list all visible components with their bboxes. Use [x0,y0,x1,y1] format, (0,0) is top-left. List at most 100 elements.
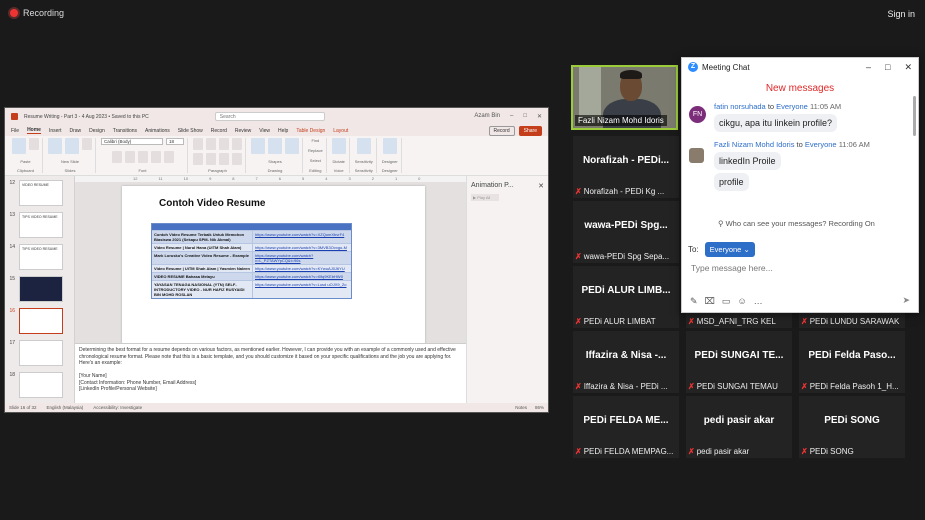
slide-title[interactable]: Contoh Video Resume [159,198,266,209]
status-language[interactable]: English (Malaysia) [47,405,84,410]
tab-layout[interactable]: Layout [333,128,348,134]
highlight-icon[interactable] [163,150,174,163]
message-bubble[interactable]: profile [714,173,749,191]
who-can-see-notice[interactable]: ⚲ Who can see your messages? Recording O… [718,219,875,228]
ppt-search-box[interactable]: Search [214,112,325,121]
participant-tile[interactable]: pedi pasir akar ✗ pedi pasir akar [686,396,792,458]
tab-transitions[interactable]: Transitions [113,128,137,134]
message-bubble[interactable]: linkedIn Proile [714,152,781,170]
ppt-record-button[interactable]: Record [488,125,515,136]
avatar[interactable]: FN [689,106,706,123]
sign-in-link[interactable]: Sign in [887,9,915,19]
paste-icon[interactable] [12,138,26,154]
tab-design[interactable]: Design [89,128,105,134]
table-cell-link[interactable]: https://www.youtube.com/watch?v=t0fq9KEb… [253,273,351,280]
justify-icon[interactable] [232,153,242,165]
participant-tile[interactable]: PEDi SONG ✗ PEDi SONG [799,396,905,458]
numbering-icon[interactable] [206,138,216,150]
ppt-close-icon[interactable]: ✕ [537,113,542,120]
font-color-icon[interactable] [150,150,161,163]
tab-slide-show[interactable]: Slide Show [178,128,203,134]
bullets-icon[interactable] [193,138,203,150]
chat-close-icon[interactable]: ✕ [904,62,912,73]
slide-thumb[interactable]: 14 TIPS VIDEO RESUME [7,244,72,271]
italic-icon[interactable] [124,150,135,163]
send-icon[interactable]: ➤ [902,295,910,306]
table-cell-link[interactable]: https://www.youtube.com/watch?v=KYwuAJ0J… [253,265,351,272]
table-cell-link[interactable]: https://www.youtube.com/watch?v=XZQumXbv… [253,231,351,243]
sender-name[interactable]: fatin norsuhada [714,102,766,111]
tab-review[interactable]: Review [235,128,251,134]
speaker-notes[interactable]: Determining the best format for a resume… [75,343,466,403]
tab-file[interactable]: File [11,128,19,134]
layout-icon[interactable] [82,138,92,150]
new-messages-banner[interactable]: New messages [682,83,918,94]
cut-icon[interactable] [29,138,39,150]
slide-canvas[interactable]: Contoh Video Resume Contoh Video Resume … [122,186,425,349]
play-all-button[interactable]: ▶ Play All [471,194,499,201]
chat-maximize-icon[interactable]: □ [885,62,890,73]
indent-icon[interactable] [219,138,229,150]
arrange-icon[interactable] [268,138,282,154]
emoji-icon[interactable]: ☺ [737,296,746,307]
sensitivity-icon[interactable] [356,138,371,154]
slide-thumb[interactable]: 17 [7,340,72,367]
screenshot-icon[interactable]: ⌧ [705,296,715,307]
status-zoom[interactable]: 86% [535,405,544,410]
animation-pane-close-icon[interactable]: ✕ [538,182,544,190]
tab-home[interactable]: Home [27,127,41,134]
align-center-icon[interactable] [206,153,216,165]
active-speaker-video[interactable]: Fazli Nizam Mohd Idoris [571,65,678,130]
recipient-dropdown[interactable]: Everyone ⌄ [704,242,755,257]
ppt-minimize-icon[interactable]: – [510,113,513,120]
font-name-select[interactable]: Calibri (Body) [101,138,163,145]
bold-icon[interactable] [111,150,122,163]
table-row[interactable]: Video Resume | UiTM Shah Alam | Yasmien … [152,264,351,272]
table-row[interactable]: Contoh Video Resume Terbaik Untuk Memoho… [152,230,351,243]
table-cell-link[interactable]: https://www.youtube.com/watch?v=L_PZTAWY… [253,252,351,264]
tab-view[interactable]: View [259,128,270,134]
tab-draw[interactable]: Draw [69,128,81,134]
ppt-maximize-icon[interactable]: □ [523,113,527,120]
dictate-icon[interactable] [331,138,346,154]
tab-help[interactable]: Help [278,128,288,134]
slide-thumb[interactable]: 15 [7,276,72,303]
quick-styles-icon[interactable] [285,138,299,154]
table-row[interactable]: VIDEO RESUME Bahasa Melayu https://www.yo… [152,272,351,280]
sender-name[interactable]: Fazli Nizam Mohd Idoris [714,140,794,149]
table-cell-link[interactable]: https://www.youtube.com/watch?v=Lusd uOJ… [253,281,351,298]
participant-tile[interactable]: PEDi SUNGAI TE... ✗ PEDi SUNGAI TEMAU [686,331,792,393]
underline-icon[interactable] [137,150,148,163]
reuse-slides-icon[interactable] [65,138,79,154]
participant-tile[interactable]: PEDi ALUR LIMB... ✗ PEDi ALUR LIMBAT [573,266,679,328]
line-spacing-icon[interactable] [232,138,242,150]
table-row[interactable]: Mark Lorusko's Creative Video Resume - E… [152,251,351,264]
table-cell-link[interactable]: https://www.youtube.com/watch?v=3MVB3Ovx… [253,244,351,251]
participant-tile[interactable]: PEDi Felda Paso... ✗ PEDi Felda Pasoh 1_H… [799,331,905,393]
tab-insert[interactable]: Insert [49,128,62,134]
align-left-icon[interactable] [193,153,203,165]
shapes-icon[interactable] [251,138,265,154]
tab-table-design[interactable]: Table Design [296,128,325,134]
participant-tile[interactable]: Iffazira & Nisa -... ✗ Iffazira & Nisa - … [573,331,679,393]
message-bubble[interactable]: cikgu, apa itu linkein profile? [714,114,838,132]
status-accessibility[interactable]: Accessibility: Investigate [93,405,142,410]
ppt-share-button[interactable]: Share [518,125,542,136]
slide-thumb[interactable]: 13 TIPS VIDEO RESUME [7,212,72,239]
designer-icon[interactable] [382,138,397,154]
tab-animations[interactable]: Animations [145,128,170,134]
file-icon[interactable]: ▭ [722,296,731,307]
more-icon[interactable]: … [754,296,763,307]
participant-tile[interactable]: Norafizah - PEDi... ✗ Norafizah - PEDi Kg… [573,136,679,198]
status-notes-button[interactable]: Notes [515,405,527,410]
participant-tile[interactable]: PEDi FELDA ME... ✗ PEDi FELDA MEMPAG... [573,396,679,458]
align-right-icon[interactable] [219,153,229,165]
participant-tile[interactable]: wawa-PEDi Spg... ✗ wawa-PEDi Spg Sepa... [573,201,679,263]
slide-thumb-selected[interactable]: 16 [7,308,72,335]
ribbon-find[interactable]: Find [311,138,319,143]
slide-thumb[interactable]: 12 VIDEO RESUME [7,180,72,207]
ribbon-replace[interactable]: Replace [308,148,323,153]
chat-minimize-icon[interactable]: – [866,62,871,73]
table-row[interactable]: Video Resume | Nurul Hana (UiTM Shah Ala… [152,243,351,251]
new-slide-icon[interactable] [48,138,62,154]
